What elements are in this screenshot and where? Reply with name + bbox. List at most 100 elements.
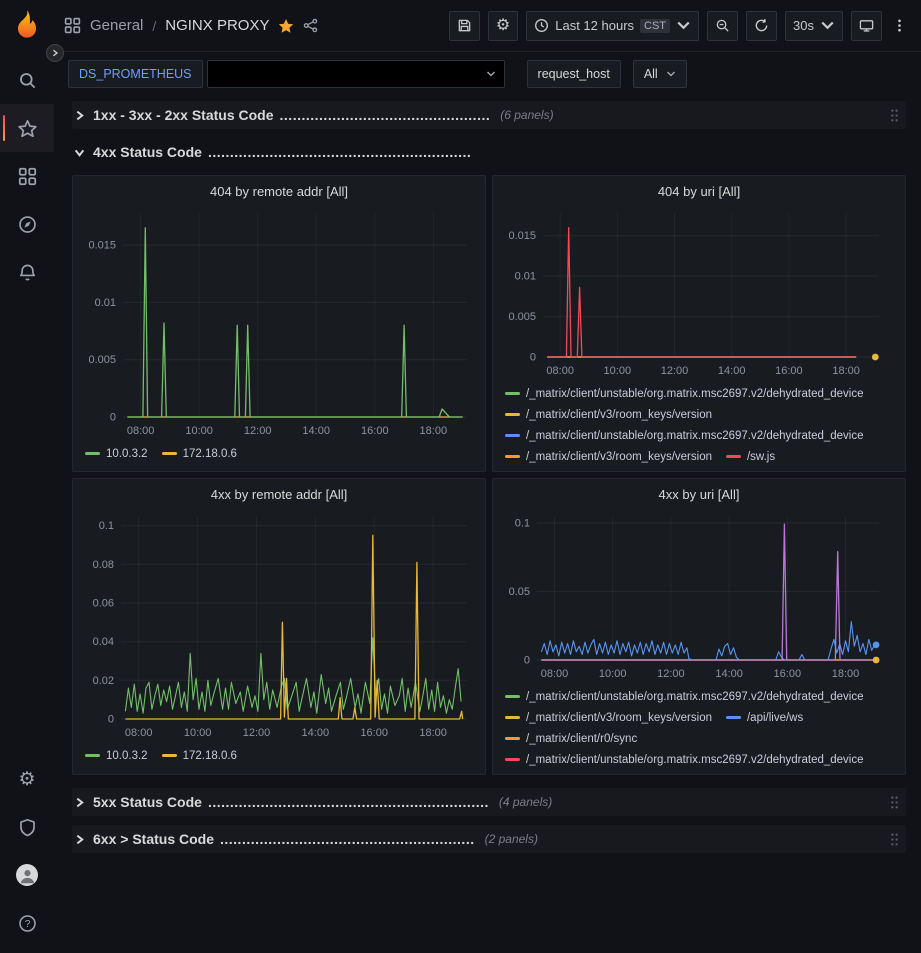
- sidebar-item-explore[interactable]: [0, 200, 54, 248]
- datasource-variable-label[interactable]: DS_PROMETHEUS: [68, 60, 203, 88]
- sidebar-item-server-admin[interactable]: [0, 803, 54, 851]
- row-header-1xx-3xx-2xx[interactable]: 1xx - 3xx - 2xx Status Code ............…: [72, 101, 906, 129]
- time-range-label: Last 12 hours: [555, 18, 634, 33]
- chevron-right-icon: [74, 797, 85, 808]
- breadcrumb-separator: /: [152, 18, 156, 34]
- sidebar-item-configuration[interactable]: ⚙: [0, 755, 54, 803]
- panel-title[interactable]: 404 by uri [All]: [501, 181, 897, 203]
- tv-mode-button[interactable]: [851, 11, 882, 41]
- panel-404-by-uri: 404 by uri [All] 00.0050.010.01508:0010:…: [492, 175, 906, 472]
- sidebar-item-profile[interactable]: [0, 851, 54, 899]
- svg-text:14:00: 14:00: [718, 365, 746, 377]
- refresh-button[interactable]: [746, 11, 777, 41]
- request-host-variable-label[interactable]: request_host: [527, 60, 621, 88]
- row-drag-handle[interactable]: [889, 832, 900, 847]
- svg-text:0.005: 0.005: [508, 311, 536, 323]
- panel-title[interactable]: 4xx by remote addr [All]: [81, 484, 477, 506]
- svg-text:08:00: 08:00: [125, 727, 153, 739]
- help-icon: ?: [18, 914, 37, 933]
- legend-item[interactable]: /_matrix/client/unstable/org.matrix.msc2…: [505, 749, 864, 768]
- zoom-out-button[interactable]: [707, 11, 738, 41]
- timeseries-chart[interactable]: 00.050.108:0010:0012:0014:0016:0018:00: [501, 506, 897, 684]
- chevron-down-icon: [820, 18, 835, 33]
- legend-item[interactable]: /sw.js: [726, 446, 775, 465]
- share-icon[interactable]: [303, 18, 318, 33]
- legend-swatch: [726, 455, 741, 458]
- legend-label: /_matrix/client/unstable/org.matrix.msc2…: [526, 388, 864, 400]
- row-header-4xx[interactable]: 4xx Status Code ........................…: [72, 138, 906, 166]
- row-drag-handle[interactable]: [889, 795, 900, 810]
- legend-item[interactable]: /_matrix/client/unstable/org.matrix.msc2…: [505, 425, 864, 446]
- svg-text:0.005: 0.005: [88, 354, 116, 366]
- sidebar-item-starred[interactable]: [0, 104, 54, 152]
- timeseries-chart[interactable]: 00.0050.010.01508:0010:0012:0014:0016:00…: [501, 203, 897, 381]
- row-drag-handle[interactable]: [889, 108, 900, 123]
- sidebar: ⚙ ?: [0, 0, 54, 953]
- sidebar-item-dashboards[interactable]: [0, 152, 54, 200]
- refresh-interval-picker[interactable]: 30s: [785, 11, 843, 41]
- panel-title[interactable]: 404 by remote addr [All]: [81, 181, 477, 203]
- more-options-button[interactable]: [890, 11, 909, 41]
- svg-text:0.015: 0.015: [508, 230, 536, 242]
- request-host-value-select[interactable]: All: [633, 60, 687, 88]
- svg-text:18:00: 18:00: [832, 365, 860, 377]
- row-header-6xx[interactable]: 6xx > Status Code ......................…: [72, 825, 906, 853]
- timeseries-chart[interactable]: 00.0050.010.01508:0010:0012:0014:0016:00…: [81, 203, 477, 441]
- tv-icon: [859, 18, 874, 33]
- legend-item[interactable]: /_matrix/client/v3/room_keys/version: [505, 446, 712, 465]
- request-host-value: All: [644, 67, 658, 81]
- active-indicator: [3, 115, 5, 141]
- shield-icon: [18, 818, 37, 837]
- legend-label: /_matrix/client/v3/room_keys/version: [526, 712, 712, 724]
- svg-text:12:00: 12:00: [661, 365, 689, 377]
- legend-item[interactable]: 10.0.3.2: [85, 745, 148, 766]
- panel-grid: 404 by remote addr [All] 00.0050.010.015…: [72, 175, 906, 775]
- row-title-dots: ........................................…: [208, 794, 489, 810]
- gear-icon: ⚙: [18, 770, 35, 789]
- svg-text:0.04: 0.04: [93, 636, 114, 648]
- legend-label: /_matrix/client/unstable/org.matrix.msc2…: [526, 691, 864, 703]
- svg-text:10:00: 10:00: [604, 365, 632, 377]
- save-dashboard-button[interactable]: [449, 11, 480, 41]
- bell-icon: [18, 263, 37, 282]
- chevron-down-icon: [74, 147, 85, 158]
- chevron-down-icon: [676, 18, 691, 33]
- legend-item[interactable]: /_matrix/client/r0/sync: [505, 728, 637, 749]
- legend-item[interactable]: /api/live/ws: [726, 707, 803, 728]
- sidebar-item-alerting[interactable]: [0, 248, 54, 296]
- legend-item[interactable]: /_matrix/client/v3/room_keys/version: [505, 404, 712, 425]
- time-range-picker[interactable]: Last 12 hours CST: [526, 11, 699, 41]
- legend-item[interactable]: /_matrix/client/unstable/org.matrix.msc2…: [505, 686, 864, 707]
- panel-title[interactable]: 4xx by uri [All]: [501, 484, 897, 506]
- svg-text:0.01: 0.01: [515, 271, 536, 283]
- save-icon: [457, 18, 472, 33]
- sidebar-item-search[interactable]: [0, 56, 54, 104]
- svg-text:?: ?: [24, 919, 30, 930]
- favorite-star-icon[interactable]: [278, 18, 294, 34]
- zoom-out-icon: [715, 18, 730, 33]
- variables-bar: DS_PROMETHEUS request_host All: [54, 52, 921, 96]
- svg-text:16:00: 16:00: [360, 727, 388, 739]
- legend-item[interactable]: 172.18.0.6: [162, 745, 237, 766]
- legend-item[interactable]: 10.0.3.2: [85, 443, 148, 464]
- dashboard-settings-button[interactable]: ⚙: [488, 11, 518, 41]
- legend-item[interactable]: /_matrix/client/v3/room_keys/version: [505, 707, 712, 728]
- legend-label: 10.0.3.2: [106, 750, 148, 762]
- svg-text:08:00: 08:00: [127, 425, 155, 437]
- drag-dots-icon: [889, 832, 900, 847]
- datasource-value-select[interactable]: [207, 60, 505, 88]
- timeseries-chart[interactable]: 00.020.040.060.080.108:0010:0012:0014:00…: [81, 506, 477, 743]
- svg-text:0: 0: [524, 655, 530, 667]
- apps-icon: [64, 17, 81, 34]
- row-header-5xx[interactable]: 5xx Status Code ........................…: [72, 788, 906, 816]
- chevron-right-icon: [74, 110, 85, 121]
- legend-label: /api/live/ws: [747, 712, 803, 724]
- sidebar-item-help[interactable]: ?: [0, 899, 54, 947]
- grafana-logo[interactable]: [10, 8, 44, 42]
- row-title-dots: ........................................…: [280, 107, 491, 123]
- breadcrumb-folder[interactable]: General: [90, 17, 143, 34]
- legend-item[interactable]: 172.18.0.6: [162, 443, 237, 464]
- legend-item[interactable]: /_matrix/client/unstable/org.matrix.msc2…: [505, 383, 864, 404]
- dashboard-title[interactable]: NGINX PROXY: [165, 17, 269, 34]
- sidebar-expand-button[interactable]: [46, 44, 64, 62]
